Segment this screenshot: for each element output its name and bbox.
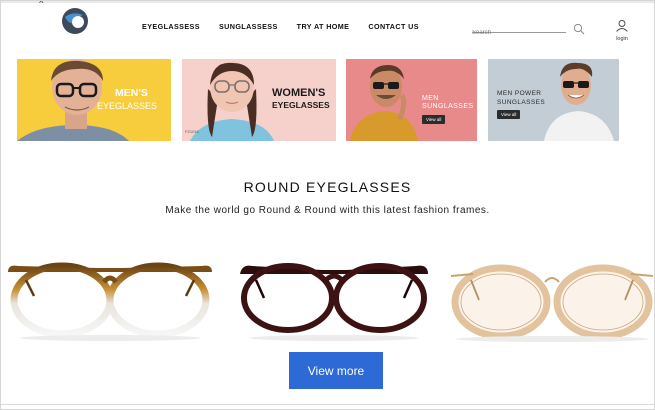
tortoise-round-glasses-icon[interactable] [4, 260, 216, 342]
nav-contact-us[interactable]: CONTACT US [368, 22, 419, 31]
search-icon[interactable] [573, 23, 585, 35]
section-subtitle: Make the world go Round & Round with thi… [165, 205, 490, 216]
banner-title-1: MEN'S [115, 87, 148, 99]
banner-men-power-sunglasses[interactable]: MEN POWER SUNGLASSES View all [488, 59, 619, 141]
close-icon[interactable]: x [39, 0, 44, 5]
burgundy-round-glasses-icon[interactable] [236, 260, 432, 342]
banner-men-sunglasses[interactable]: MEN SUNGLASSES View all [346, 59, 477, 141]
top-bar [0, 0, 655, 3]
banner-subtitle-3: SUNGLASSES [422, 103, 474, 110]
man-with-sunglasses-photo [350, 65, 418, 141]
banner-subtitle-1: EYEGLASSES [97, 101, 158, 111]
banner-title-4: MEN POWER [497, 90, 542, 97]
banner-title-2: WOMEN'S [272, 87, 326, 99]
man-with-glasses-photo [17, 59, 129, 141]
banner-subtitle-2: EYEGLASSES [272, 100, 330, 110]
banner-mens-eyeglasses[interactable]: MEN'S EYEGLASSES [17, 59, 171, 141]
user-icon [616, 20, 628, 32]
login-button[interactable]: login [612, 19, 632, 42]
banner-subtitle-4: SUNGLASSES [497, 99, 546, 106]
gold-clear-round-glasses-icon[interactable] [443, 260, 655, 342]
banner-title-3: MEN [422, 95, 439, 102]
nav-sunglasses[interactable]: SUNGLASSESS [219, 22, 278, 31]
nav-try-at-home[interactable]: TRY AT HOME [297, 22, 350, 31]
view-all-button-4[interactable]: View all [497, 110, 521, 119]
brand-logo[interactable] [61, 7, 89, 35]
section-title: ROUND EYEGLASSES [243, 179, 412, 195]
bottom-divider [0, 404, 655, 405]
view-more-button[interactable]: View more [289, 352, 383, 389]
search-box [472, 21, 566, 38]
main-nav: EYEGLASSESS SUNGLASSESS TRY AT HOME CONT… [142, 22, 438, 31]
nav-eyeglasses[interactable]: EYEGLASSESS [142, 22, 200, 31]
view-all-button-3[interactable]: View all [422, 115, 446, 124]
login-label: login [616, 36, 628, 42]
search-input[interactable] [472, 28, 562, 38]
banner-womens-eyeglasses[interactable]: WOMEN'S EYEGLASSES FZ1016 [182, 59, 336, 141]
banner-tag-2: FZ1016 [185, 129, 199, 134]
